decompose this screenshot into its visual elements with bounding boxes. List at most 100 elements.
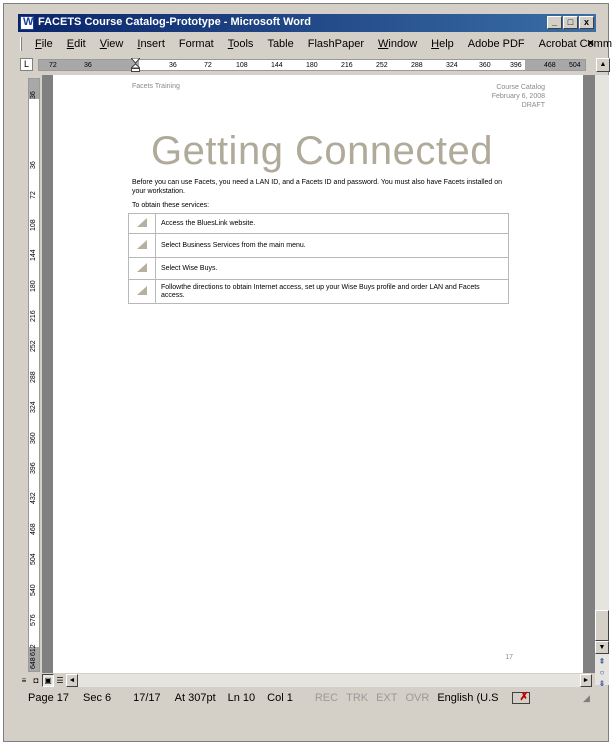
ruler-mark: 108 — [236, 62, 248, 69]
next-page-icon[interactable]: ⇟ — [595, 678, 609, 689]
horizontal-ruler-row: L 72 36 36 72 108 144 180 216 252 288 32… — [18, 57, 596, 73]
vruler-mark: 612 — [30, 644, 37, 656]
vruler-mark: 648 — [30, 657, 37, 669]
triangle-bullet-icon — [137, 263, 147, 272]
web-layout-icon[interactable]: ◘ — [30, 674, 42, 687]
horizontal-scrollbar[interactable] — [78, 674, 580, 687]
vruler-mark: 540 — [30, 584, 37, 596]
word-icon[interactable] — [20, 16, 34, 30]
ruler-mark: 324 — [446, 62, 458, 69]
intro-paragraph: Before you can use Facets, you need a LA… — [132, 179, 503, 195]
select-browse-object-icon[interactable]: ○ — [595, 667, 609, 678]
scroll-down-arrow-icon[interactable]: ▼ — [595, 641, 609, 654]
ruler-mark: 36 — [84, 62, 92, 69]
window-title: FACETS Course Catalog-Prototype - Micros… — [38, 16, 311, 28]
menu-adobe-pdf[interactable]: Adobe PDF — [461, 38, 532, 50]
status-at[interactable]: At 307pt — [171, 692, 220, 704]
horizontal-ruler[interactable]: 72 36 36 72 108 144 180 216 252 288 324 … — [38, 59, 586, 71]
ruler-mark: 36 — [169, 62, 177, 69]
header-right: Course Catalog February 6, 2008 DRAFT — [492, 83, 545, 110]
ruler-mark: 468 — [544, 62, 556, 69]
table-row: Followthe directions to obtain Internet … — [128, 279, 509, 304]
page-heading: Getting Connected — [150, 129, 494, 173]
vruler-mark: 360 — [30, 432, 37, 444]
vertical-scrollbar[interactable]: ▼ ⇞ ○ ⇟ — [595, 75, 609, 688]
indent-marker-icon[interactable] — [131, 58, 140, 72]
vertical-ruler[interactable]: 36 36 72 108 144 180 216 252 288 324 360… — [28, 78, 40, 672]
status-bar: Page 17 Sec 6 17/17 At 307pt Ln 10 Col 1… — [18, 689, 596, 707]
minimize-button[interactable]: _ — [547, 16, 562, 29]
window-controls: _ □ x — [547, 16, 594, 29]
title-bar: FACETS Course Catalog-Prototype - Micros… — [18, 14, 596, 32]
status-ext[interactable]: EXT — [372, 692, 401, 704]
scroll-left-arrow-icon[interactable]: ◄ — [66, 674, 78, 687]
status-column[interactable]: Col 1 — [263, 692, 297, 704]
ruler-mark: 72 — [49, 62, 57, 69]
steps-table: Access the BluesLink website. Select Bus… — [128, 213, 509, 304]
ruler-mark: 144 — [271, 62, 283, 69]
status-line[interactable]: Ln 10 — [224, 692, 260, 704]
step-text: Access the BluesLink website. — [155, 213, 509, 234]
vruler-mark: 36 — [30, 91, 37, 99]
normal-view-icon[interactable]: ≡ — [18, 674, 30, 687]
vruler-mark: 108 — [30, 219, 37, 231]
previous-page-icon[interactable]: ⇞ — [595, 656, 609, 667]
menu-table[interactable]: Table — [260, 38, 300, 50]
status-ovr[interactable]: OVR — [402, 692, 434, 704]
menu-tools[interactable]: Tools — [221, 38, 261, 50]
triangle-bullet-icon — [137, 286, 147, 295]
scroll-right-arrow-icon[interactable]: ► — [580, 674, 592, 687]
table-row: Access the BluesLink website. — [128, 213, 509, 234]
menu-format[interactable]: Format — [172, 38, 221, 50]
menu-edit[interactable]: Edit — [60, 38, 93, 50]
ruler-mark: 360 — [479, 62, 491, 69]
ruler-mark: 180 — [306, 62, 318, 69]
menu-window[interactable]: Window — [371, 38, 424, 50]
menu-insert[interactable]: Insert — [130, 38, 172, 50]
header-course-catalog: Course Catalog — [496, 84, 545, 91]
menu-help[interactable]: Help — [424, 38, 461, 50]
header-left: Facets Training — [132, 83, 180, 90]
document-area[interactable]: Facets Training Course Catalog February … — [42, 75, 595, 673]
vruler-mark: 180 — [30, 280, 37, 292]
vruler-mark: 252 — [30, 340, 37, 352]
menu-acrobat-comments[interactable]: Acrobat Comments — [532, 38, 612, 50]
vruler-mark: 468 — [30, 523, 37, 535]
vruler-mark: 432 — [30, 492, 37, 504]
vertical-scroll-thumb[interactable] — [595, 610, 609, 641]
ruler-ticks: 72 36 36 72 108 144 180 216 252 288 324 … — [39, 60, 585, 70]
outline-view-icon[interactable]: ☰ — [54, 674, 66, 687]
step-text: Select Business Services from the main m… — [155, 233, 509, 258]
menu-file[interactable]: File — [28, 38, 60, 50]
menu-flashpaper[interactable]: FlashPaper — [301, 38, 371, 50]
ruler-mark: 72 — [204, 62, 212, 69]
status-language[interactable]: English (U.S — [433, 692, 502, 704]
status-section[interactable]: Sec 6 — [79, 692, 115, 704]
print-layout-icon[interactable]: ▣ — [42, 674, 54, 687]
tab-selector-button[interactable]: L — [20, 58, 33, 71]
toolbar-grip[interactable] — [20, 37, 22, 51]
menu-view[interactable]: View — [93, 38, 131, 50]
maximize-button[interactable]: □ — [563, 16, 578, 29]
vruler-mark: 144 — [30, 249, 37, 261]
scroll-up-arrow-icon[interactable]: ▲ — [596, 58, 610, 72]
status-rec[interactable]: REC — [311, 692, 342, 704]
document-page[interactable]: Facets Training Course Catalog February … — [53, 75, 583, 673]
vruler-mark: 576 — [30, 614, 37, 626]
spelling-check-icon[interactable] — [512, 690, 531, 704]
close-button[interactable]: x — [579, 16, 594, 29]
status-page[interactable]: Page 17 — [24, 692, 73, 704]
step-text: Followthe directions to obtain Internet … — [155, 279, 509, 304]
vruler-mark: 324 — [30, 401, 37, 413]
close-document-icon[interactable]: × — [587, 36, 594, 50]
triangle-bullet-icon — [137, 218, 147, 227]
vruler-mark: 396 — [30, 462, 37, 474]
menu-bar: File Edit View Insert Format Tools Table… — [18, 35, 612, 53]
view-bar: ≡ ◘ ▣ ☰ ◄ ► — [18, 674, 596, 688]
page-number: 17 — [505, 654, 513, 661]
resize-grip-icon[interactable]: ◢ — [583, 693, 594, 704]
status-trk[interactable]: TRK — [342, 692, 372, 704]
ruler-mark: 216 — [341, 62, 353, 69]
status-page-count[interactable]: 17/17 — [129, 692, 165, 704]
ruler-mark: 396 — [510, 62, 522, 69]
